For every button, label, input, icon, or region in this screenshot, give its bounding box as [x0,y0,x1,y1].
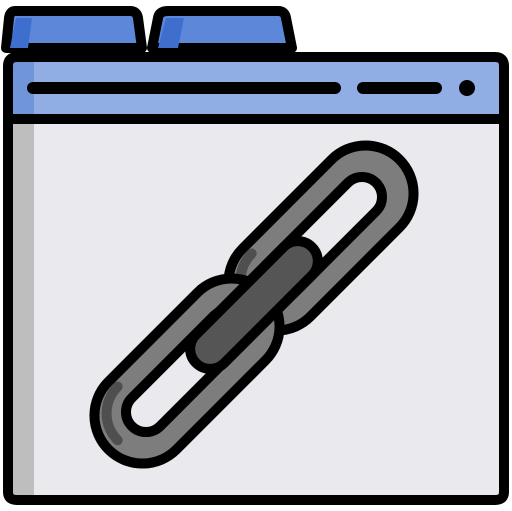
address-bar [27,80,475,96]
tab-right [147,6,297,53]
tab-left [1,6,147,53]
menu-dot-icon [459,80,475,96]
icon-canvas [0,0,512,511]
browser-link-icon [1,6,509,505]
